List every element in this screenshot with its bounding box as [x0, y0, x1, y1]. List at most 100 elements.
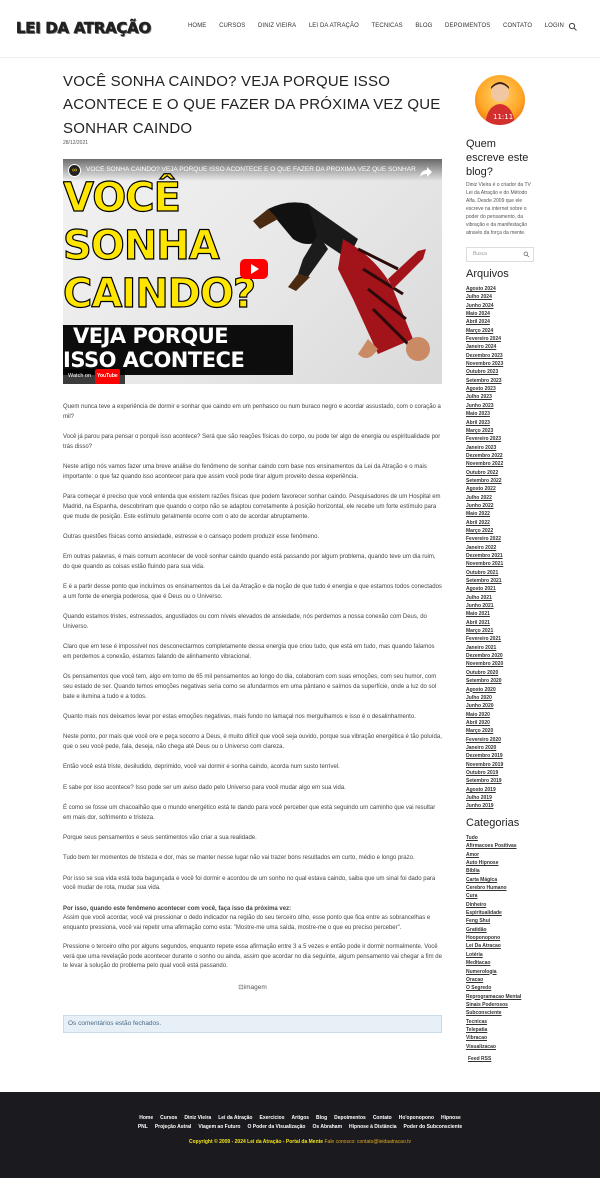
archive-link[interactable]: Novembro 2023 — [466, 360, 503, 368]
archive-link[interactable]: Agosto 2024 — [466, 285, 503, 293]
category-link[interactable]: Amor — [466, 851, 521, 859]
archive-link[interactable]: Julho 2020 — [466, 694, 503, 702]
archive-link[interactable]: Março 2022 — [466, 527, 503, 535]
archive-link[interactable]: Junho 2021 — [466, 602, 503, 610]
footer-nav-link[interactable]: PNL — [138, 1124, 148, 1130]
archive-link[interactable]: Julho 2022 — [466, 494, 503, 502]
archive-link[interactable]: Agosto 2019 — [466, 786, 503, 794]
archive-link[interactable]: Maio 2024 — [466, 310, 503, 318]
nav-item[interactable]: CONTATO — [503, 23, 532, 29]
archive-link[interactable]: Julho 2023 — [466, 393, 503, 401]
category-link[interactable]: Gratidão — [466, 926, 521, 934]
archive-link[interactable]: Abril 2020 — [466, 719, 503, 727]
category-link[interactable]: Lei Da Atracao — [466, 942, 521, 950]
category-link[interactable]: Sinais Poderosos — [466, 1001, 521, 1009]
site-logo[interactable]: LEI DA ATRAÇÃO — [16, 19, 152, 38]
nav-item[interactable]: DINIZ VIEIRA — [258, 23, 296, 29]
archive-link[interactable]: Outubro 2022 — [466, 469, 503, 477]
archive-link[interactable]: Abril 2024 — [466, 318, 503, 326]
archive-link[interactable]: Abril 2022 — [466, 519, 503, 527]
nav-item[interactable]: DEPOIMENTOS — [445, 23, 490, 29]
archive-link[interactable]: Outubro 2023 — [466, 368, 503, 376]
nav-item[interactable]: LOGIN — [545, 23, 564, 29]
category-link[interactable]: Bíblia — [466, 867, 521, 875]
footer-nav-link[interactable]: Depoimentos — [334, 1115, 366, 1121]
nav-item[interactable]: BLOG — [415, 23, 432, 29]
archive-link[interactable]: Fevereiro 2023 — [466, 435, 503, 443]
archive-link[interactable]: Setembro 2022 — [466, 477, 503, 485]
archive-link[interactable]: Agosto 2023 — [466, 385, 503, 393]
category-link[interactable]: Tecnicas — [466, 1018, 521, 1026]
category-link[interactable]: Numerologia — [466, 968, 521, 976]
footer-nav-link[interactable]: Exercicios — [260, 1115, 285, 1121]
archive-link[interactable]: Outubro 2021 — [466, 569, 503, 577]
category-link[interactable]: Subconsciente — [466, 1009, 521, 1017]
footer-nav-link[interactable]: Cursos — [160, 1115, 177, 1121]
nav-item[interactable]: CURSOS — [219, 23, 245, 29]
youtube-video-embed[interactable]: ∞ VOCÊ SONHA CAINDO? VEJA PORQUE ISSO AC… — [63, 159, 442, 384]
archive-link[interactable]: Julho 2021 — [466, 594, 503, 602]
archive-link[interactable]: Dezembro 2020 — [466, 652, 503, 660]
footer-nav-link[interactable]: O Poder da Visualização — [247, 1124, 305, 1130]
category-link[interactable]: Hooponopono — [466, 934, 521, 942]
archive-link[interactable]: Junho 2023 — [466, 402, 503, 410]
archive-link[interactable]: Agosto 2022 — [466, 485, 503, 493]
category-link[interactable]: Telepatia — [466, 1026, 521, 1034]
archive-link[interactable]: Dezembro 2023 — [466, 352, 503, 360]
archive-link[interactable]: Outubro 2020 — [466, 669, 503, 677]
category-link[interactable]: Oracao — [466, 976, 521, 984]
footer-nav-link[interactable]: Home — [139, 1115, 153, 1121]
footer-nav-link[interactable]: Blog — [316, 1115, 327, 1121]
video-title[interactable]: VOCÊ SONHA CAINDO? VEJA PORQUE ISSO ACON… — [86, 166, 416, 173]
archive-link[interactable]: Janeiro 2023 — [466, 444, 503, 452]
category-link[interactable]: Vibracao — [466, 1034, 521, 1042]
archive-link[interactable]: Outubro 2019 — [466, 769, 503, 777]
archive-link[interactable]: Março 2021 — [466, 627, 503, 635]
category-link[interactable]: Tudo — [466, 834, 521, 842]
category-link[interactable]: Afirmacoes Positivas — [466, 842, 521, 850]
category-link[interactable]: Feng Shui — [466, 917, 521, 925]
watch-on-youtube-button[interactable]: Watch on YouTube — [63, 369, 125, 384]
archive-link[interactable]: Abril 2021 — [466, 619, 503, 627]
archive-link[interactable]: Março 2020 — [466, 727, 503, 735]
archive-link[interactable]: Março 2023 — [466, 427, 503, 435]
footer-nav-link[interactable]: Diniz Vieira — [184, 1115, 211, 1121]
search-icon[interactable] — [523, 251, 530, 258]
archive-link[interactable]: Setembro 2023 — [466, 377, 503, 385]
archive-link[interactable]: Abril 2023 — [466, 419, 503, 427]
footer-nav-link[interactable]: Poder do Subconsciente — [404, 1124, 463, 1130]
archive-link[interactable]: Maio 2021 — [466, 610, 503, 618]
category-link[interactable]: Cerebro Humano — [466, 884, 521, 892]
archive-link[interactable]: Novembro 2021 — [466, 560, 503, 568]
footer-nav-link[interactable]: Viagem ao Futuro — [198, 1124, 240, 1130]
footer-nav-link[interactable]: Hipnose — [441, 1115, 461, 1121]
archive-link[interactable]: Janeiro 2022 — [466, 544, 503, 552]
archive-link[interactable]: Agosto 2020 — [466, 686, 503, 694]
archive-link[interactable]: Setembro 2019 — [466, 777, 503, 785]
category-link[interactable]: O Segredo — [466, 984, 521, 992]
archive-link[interactable]: Junho 2019 — [466, 802, 503, 810]
archive-link[interactable]: Dezembro 2021 — [466, 552, 503, 560]
footer-nav-link[interactable]: Ho'oponopono — [399, 1115, 434, 1121]
archive-link[interactable]: Agosto 2021 — [466, 585, 503, 593]
footer-nav-link[interactable]: Contato — [373, 1115, 392, 1121]
category-link[interactable]: Carta Mágica — [466, 876, 521, 884]
category-link[interactable]: Dinheiro — [466, 901, 521, 909]
archive-link[interactable]: Setembro 2021 — [466, 577, 503, 585]
archive-link[interactable]: Janeiro 2020 — [466, 744, 503, 752]
nav-item[interactable]: Home — [188, 23, 206, 29]
archive-link[interactable]: Fevereiro 2024 — [466, 335, 503, 343]
search-icon[interactable] — [568, 22, 578, 32]
share-icon[interactable] — [418, 164, 434, 180]
archive-link[interactable]: Fevereiro 2022 — [466, 535, 503, 543]
archive-link[interactable]: Maio 2020 — [466, 711, 503, 719]
rss-feed-link[interactable]: Feed RSS — [468, 1056, 491, 1062]
archive-link[interactable]: Maio 2022 — [466, 510, 503, 518]
archive-link[interactable]: Fevereiro 2020 — [466, 736, 503, 744]
sidebar-search-input[interactable]: Busca — [466, 247, 534, 262]
archive-link[interactable]: Julho 2024 — [466, 293, 503, 301]
nav-item[interactable]: TECNICAS — [372, 23, 403, 29]
archive-link[interactable]: Novembro 2020 — [466, 660, 503, 668]
archive-link[interactable]: Maio 2023 — [466, 410, 503, 418]
footer-nav-link[interactable]: Projeção Astral — [155, 1124, 192, 1130]
